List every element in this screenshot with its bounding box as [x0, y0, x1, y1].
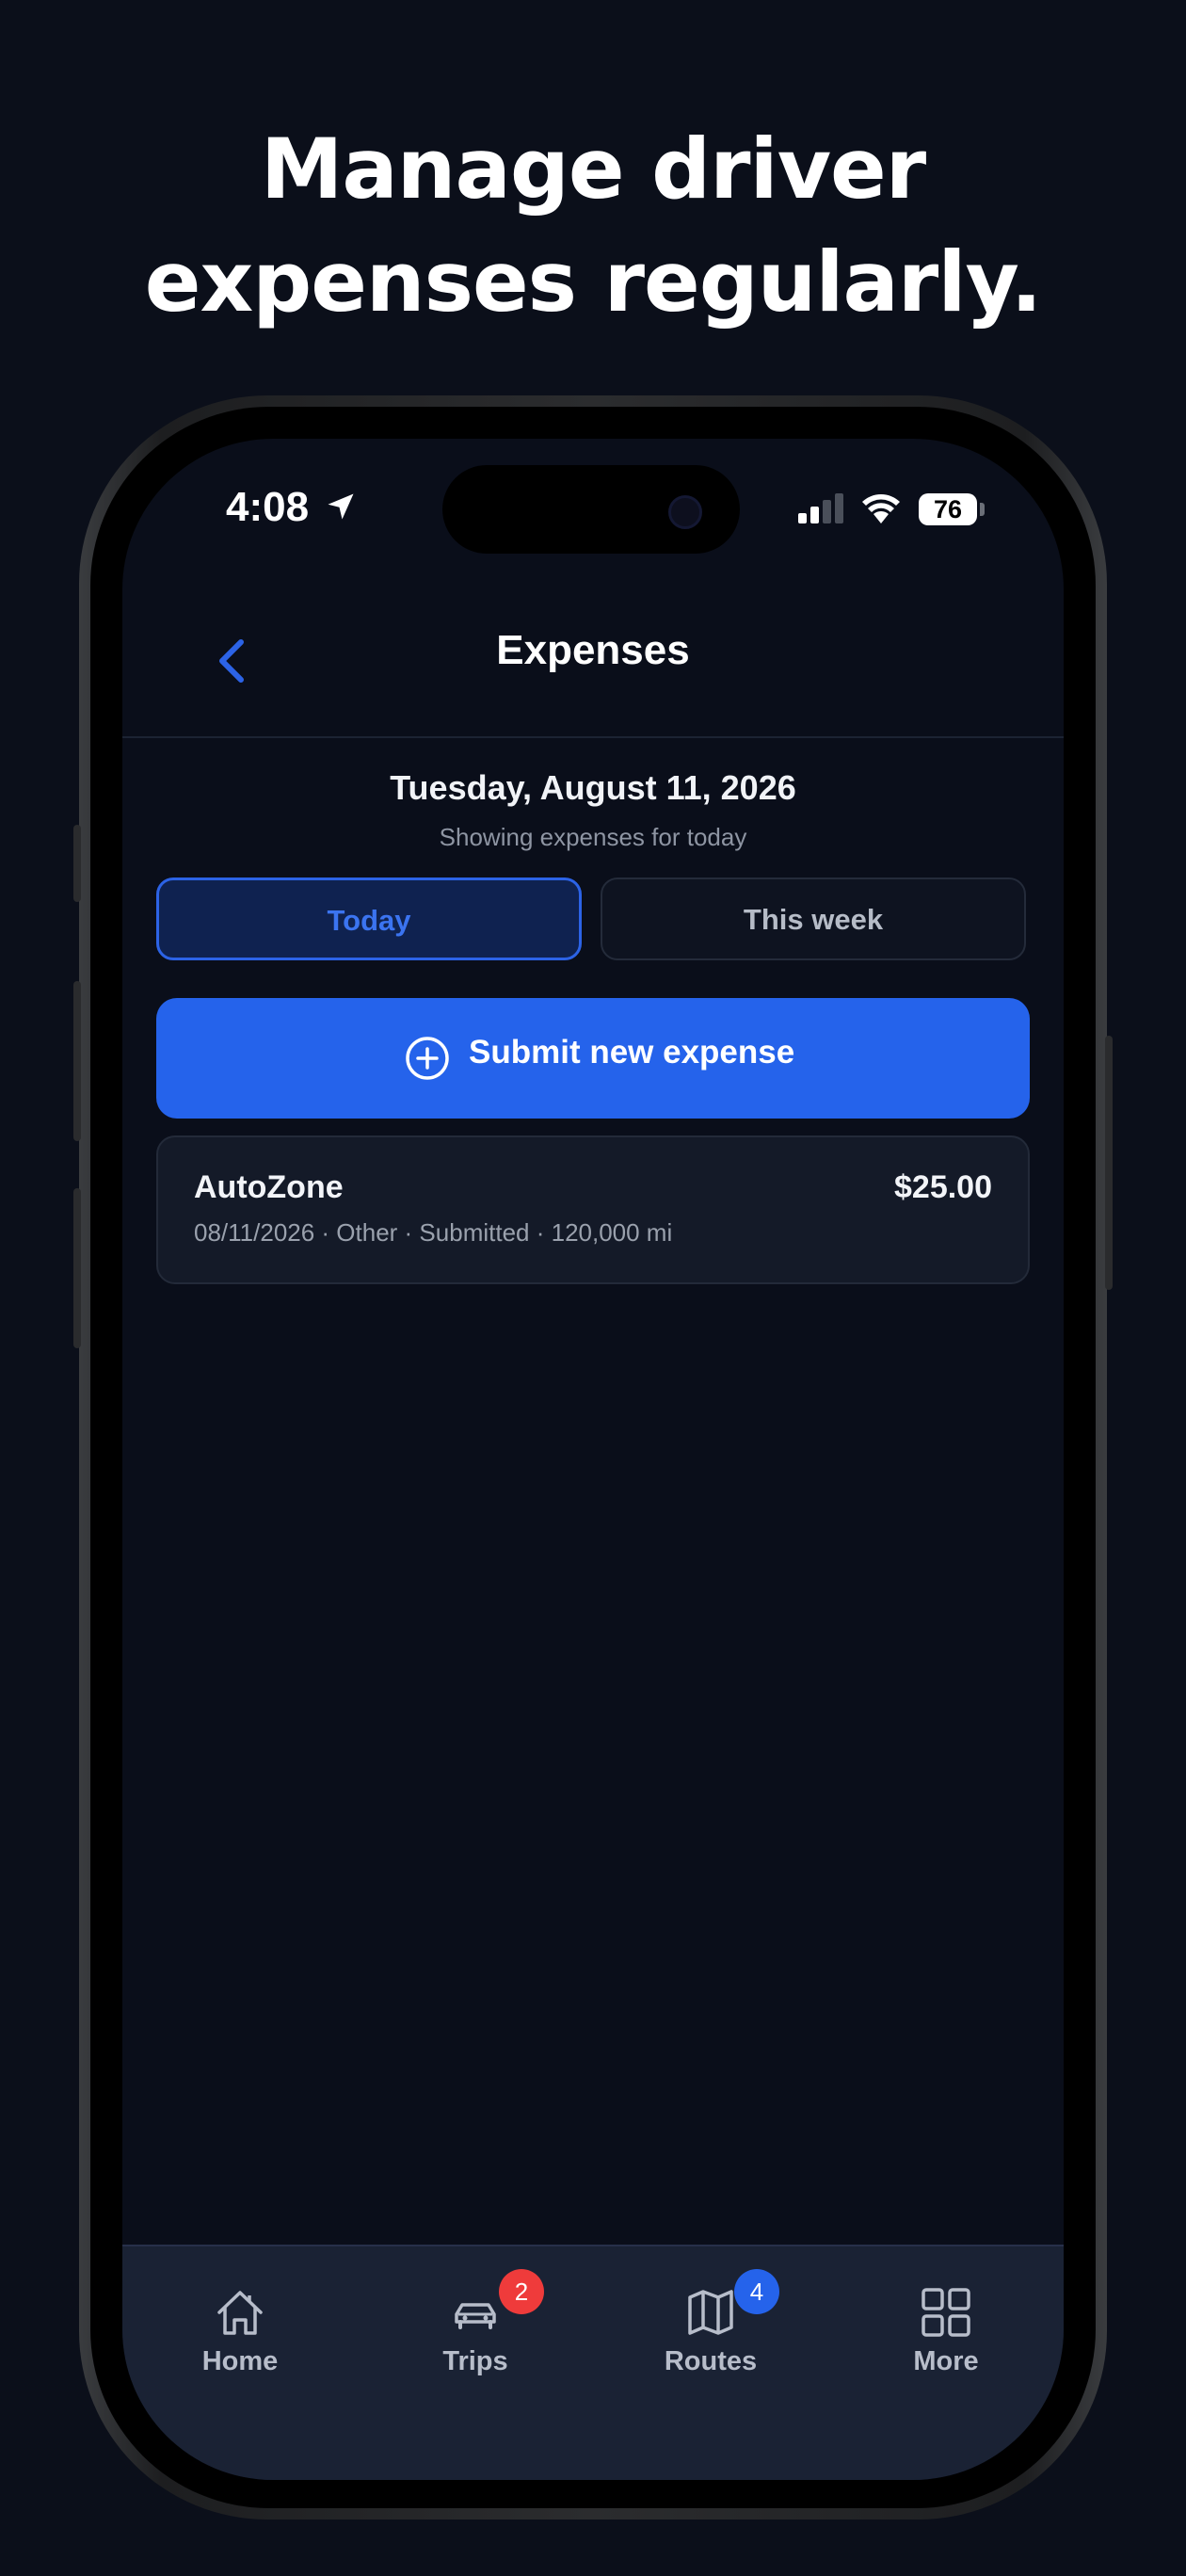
- battery-tip: [980, 503, 985, 516]
- page-title: Expenses: [496, 627, 690, 673]
- date-subtitle: Showing expenses for today: [439, 823, 747, 851]
- grid-icon: [922, 2288, 970, 2337]
- car-icon: [455, 2303, 496, 2329]
- volume-up-button: [73, 981, 81, 1141]
- status-time: 4:08: [226, 484, 310, 530]
- tab-home[interactable]: Home: [122, 2246, 358, 2416]
- plus-circle-icon: [406, 1037, 449, 1080]
- tab-today[interactable]: Today: [156, 877, 582, 960]
- tab-home-label: Home: [201, 2346, 279, 2376]
- routes-badge: 4: [734, 2269, 779, 2314]
- phone-screen: 4:08 76 Expenses Tuesday, August 11, 202…: [122, 439, 1064, 2480]
- submit-expense-button[interactable]: Submit new expense: [156, 998, 1030, 1119]
- expense-vendor: AutoZone: [194, 1169, 344, 1205]
- battery-indicator: 76: [919, 493, 977, 525]
- wifi-icon: [862, 494, 900, 523]
- trips-badge: 2: [499, 2269, 544, 2314]
- promo-headline: Manage driver expenses regularly.: [0, 113, 1186, 339]
- expense-amount: $25.00: [894, 1169, 992, 1205]
- tab-more-label: More: [913, 2346, 979, 2376]
- front-camera: [668, 495, 702, 529]
- submit-expense-label: Submit new expense: [469, 1034, 795, 1071]
- bottom-tab-bar: Home 2 Trips 4 Routes More: [122, 2245, 1064, 2480]
- home-icon: [217, 2291, 263, 2335]
- map-icon: [688, 2290, 733, 2335]
- tab-routes-label: Routes: [664, 2346, 758, 2376]
- tab-trips[interactable]: 2 Trips: [358, 2246, 593, 2416]
- tab-this-week[interactable]: This week: [601, 877, 1026, 960]
- action-button: [73, 825, 81, 902]
- tab-more[interactable]: More: [828, 2246, 1064, 2416]
- tab-trips-label: Trips: [442, 2346, 508, 2376]
- headline-line-1: Manage driver: [260, 121, 926, 217]
- date-heading: Tuesday, August 11, 2026: [390, 768, 796, 807]
- headline-line-2: expenses regularly.: [144, 233, 1042, 330]
- nav-divider: [122, 736, 1064, 738]
- expense-meta: 08/11/2026 · Other · Submitted · 120,000…: [194, 1218, 673, 1247]
- expense-card[interactable]: AutoZone $25.00 08/11/2026 · Other · Sub…: [156, 1135, 1030, 1284]
- side-button: [1105, 1036, 1113, 1290]
- location-arrow-icon: [328, 493, 354, 520]
- volume-down-button: [73, 1188, 81, 1348]
- cellular-signal-icon: [798, 493, 845, 523]
- tab-routes[interactable]: 4 Routes: [593, 2246, 828, 2416]
